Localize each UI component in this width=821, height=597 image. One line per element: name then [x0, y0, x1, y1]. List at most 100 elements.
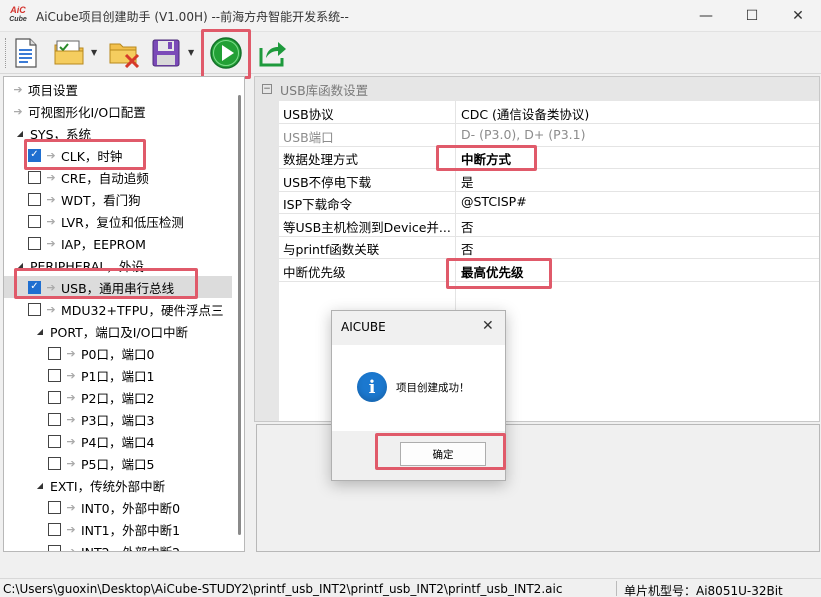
tree-item[interactable]: ➔ P2口，端口2	[4, 386, 232, 408]
tree-item[interactable]: ➔ 项目设置	[4, 78, 232, 100]
property-name: 中断优先级	[283, 264, 346, 280]
tree-checkbox[interactable]	[28, 236, 41, 250]
property-name: 数据处理方式	[283, 152, 359, 167]
dialog-close-button[interactable]: ✕	[482, 318, 494, 334]
app-logo-icon: AiC Cube	[9, 5, 27, 23]
arrow-right-icon: ➔	[46, 192, 56, 206]
tree-item[interactable]: ➔ 可视图形化I/O口配置	[4, 100, 232, 122]
tree-item[interactable]: ✓ ➔ CLK，时钟	[4, 144, 232, 166]
tree-item[interactable]: ➔ MDU32+TFPU，硬件浮点三	[4, 298, 232, 320]
property-row[interactable]: 中断优先级 最高优先级	[279, 259, 819, 282]
tree-item-label: LVR，复位和低压检测	[61, 214, 184, 230]
status-divider	[616, 581, 617, 596]
tree-item[interactable]: ➔ IAP，EEPROM	[4, 232, 232, 254]
open-project-button[interactable]	[52, 36, 88, 70]
property-row[interactable]: ISP下载命令 @STCISP#	[279, 191, 819, 214]
property-value[interactable]: CDC (通信设备类协议)	[461, 104, 589, 123]
arrow-right-icon: ➔	[13, 104, 23, 118]
property-name: USB端口	[283, 129, 334, 145]
property-value[interactable]: 最高优先级	[461, 262, 524, 281]
tree-checkbox[interactable]	[48, 522, 61, 536]
tree-item[interactable]: ➔ LVR，复位和低压检测	[4, 210, 232, 232]
tree-checkbox[interactable]	[48, 500, 61, 514]
collapse-icon[interactable]: −	[262, 84, 272, 94]
tree-scrollbar[interactable]	[235, 77, 244, 551]
tree-item[interactable]: ◢ EXTI，传统外部中断	[4, 474, 232, 496]
property-section-title: USB库函数设置	[280, 82, 369, 98]
tree-checkbox[interactable]	[48, 544, 61, 551]
expand-toggle-icon[interactable]: ◢	[34, 481, 46, 490]
tree-checkbox[interactable]	[48, 368, 61, 382]
tree-item[interactable]: ◢ PERIPHERAL，外设	[4, 254, 232, 276]
tree-item-label: CLK，时钟	[61, 148, 123, 164]
tree-item[interactable]: ◢ PORT，端口及I/O口中断	[4, 320, 232, 342]
tree-checkbox[interactable]	[28, 170, 41, 184]
tree-item-label: INT2，外部中断2	[81, 544, 181, 552]
property-row[interactable]: 与printf函数关联 否	[279, 236, 819, 259]
property-name: ISP下载命令	[283, 197, 353, 212]
tree-checkbox[interactable]	[48, 390, 61, 404]
tree-checkbox[interactable]: ✓	[28, 148, 41, 162]
save-project-button[interactable]	[148, 36, 184, 70]
arrow-right-icon: ➔	[46, 280, 56, 294]
tree-checkbox[interactable]	[28, 302, 41, 316]
property-row[interactable]: USB端口 D- (P3.0), D+ (P3.1)	[279, 124, 819, 147]
tree-item[interactable]: ➔ P4口，端口4	[4, 430, 232, 452]
open-dropdown-arrow-icon[interactable]: ▼	[91, 48, 97, 57]
tree-item[interactable]: ➔ P0口，端口0	[4, 342, 232, 364]
folder-check-icon	[54, 40, 84, 65]
tree-item[interactable]: ➔ CRE，自动追频	[4, 166, 232, 188]
tree-scrollbar-thumb[interactable]	[238, 95, 241, 535]
close-project-button[interactable]	[107, 36, 143, 70]
ok-button[interactable]: 确定	[400, 442, 486, 466]
close-button[interactable]: ✕	[775, 0, 821, 32]
arrow-right-icon: ➔	[66, 368, 76, 382]
tree-item-label: SYS，系统	[30, 126, 92, 142]
tree-item[interactable]: ◢ SYS，系统	[4, 122, 232, 144]
tree-item[interactable]: ➔ WDT，看门狗	[4, 188, 232, 210]
tree-item[interactable]: ➔ INT0，外部中断0	[4, 496, 232, 518]
arrow-right-icon: ➔	[46, 214, 56, 228]
property-section-header[interactable]: − USB库函数设置	[255, 77, 819, 101]
tree-item[interactable]: ➔ P5口，端口5	[4, 452, 232, 474]
tree-item[interactable]: ➔ INT2，外部中断2	[4, 540, 232, 552]
property-value[interactable]: 是	[461, 172, 474, 191]
save-dropdown-arrow-icon[interactable]: ▼	[188, 48, 194, 57]
property-row[interactable]: 等USB主机检测到Device并... 否	[279, 214, 819, 237]
tree-item[interactable]: ➔ P1口，端口1	[4, 364, 232, 386]
property-value[interactable]: @STCISP#	[461, 194, 527, 209]
property-gutter	[255, 101, 279, 421]
tree-checkbox[interactable]	[48, 456, 61, 470]
minimize-button[interactable]: —	[683, 0, 729, 32]
property-value[interactable]: 否	[461, 239, 474, 258]
tree-checkbox[interactable]	[28, 192, 41, 206]
tree-checkbox[interactable]	[48, 434, 61, 448]
tree-item-label: P2口，端口2	[81, 390, 155, 406]
property-row[interactable]: 数据处理方式 中断方式	[279, 146, 819, 169]
tree-item[interactable]: ➔ INT1，外部中断1	[4, 518, 232, 540]
run-create-project-button[interactable]	[206, 36, 246, 70]
property-row[interactable]: USB协议 CDC (通信设备类协议)	[279, 101, 819, 124]
tree-checkbox[interactable]	[48, 412, 61, 426]
tree-item[interactable]: ➔ P3口，端口3	[4, 408, 232, 430]
dialog-body: i 项目创建成功！	[332, 345, 505, 431]
tree-item-label: MDU32+TFPU，硬件浮点三	[61, 302, 224, 318]
expand-toggle-icon[interactable]: ◢	[14, 129, 26, 138]
tree-item-label: WDT，看门狗	[61, 192, 141, 208]
tree-checkbox[interactable]: ✓	[28, 280, 41, 294]
property-value[interactable]: D- (P3.0), D+ (P3.1)	[461, 127, 585, 142]
maximize-button[interactable]: ☐	[729, 0, 775, 32]
property-value[interactable]: 中断方式	[461, 149, 511, 168]
expand-toggle-icon[interactable]: ◢	[34, 327, 46, 336]
expand-toggle-icon[interactable]: ◢	[14, 261, 26, 270]
export-project-button[interactable]	[256, 36, 290, 70]
property-row[interactable]: USB不停电下载 是	[279, 169, 819, 192]
new-document-button[interactable]	[10, 36, 42, 70]
tree-item-label: 项目设置	[28, 82, 79, 98]
tree-item[interactable]: ✓ ➔ USB，通用串行总线	[4, 276, 232, 298]
tree-checkbox[interactable]	[28, 214, 41, 228]
arrow-right-icon: ➔	[46, 148, 56, 162]
property-value[interactable]: 否	[461, 217, 474, 236]
tree-item-label: P5口，端口5	[81, 456, 155, 472]
tree-checkbox[interactable]	[48, 346, 61, 360]
